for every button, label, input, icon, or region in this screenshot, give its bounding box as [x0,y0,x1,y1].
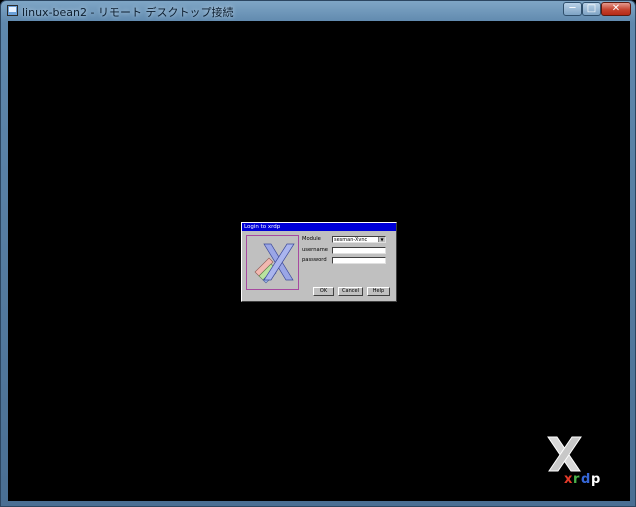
close-button[interactable]: ✕ [601,2,631,16]
username-label: username [302,247,328,253]
cancel-button[interactable]: Cancel [338,287,363,296]
login-dialog-title: Login to xrdp [242,223,396,231]
xrdp-corner-logo: x r d p [547,436,600,487]
module-select[interactable]: sesman-Xvnc ▼ [332,236,386,243]
module-label: Module [302,236,321,242]
xrdp-logo-panel [246,235,299,290]
xrdp-d-letter: d [581,472,590,487]
maximize-button[interactable]: □ [582,2,601,16]
help-button[interactable]: Help [367,287,390,296]
username-field[interactable] [332,247,386,254]
remote-screen[interactable]: Login to xrdp Module sesman-Xvnc ▼ usern… [8,21,630,501]
password-label: password [302,257,327,263]
chevron-down-icon[interactable]: ▼ [378,237,385,242]
module-select-value: sesman-Xvnc [334,237,368,243]
xrdp-p-letter: p [591,472,600,487]
password-field[interactable] [332,257,386,264]
window-titlebar[interactable]: linux-bean2 - リモート デスクトップ接続 ─ □ ✕ [1,1,635,21]
minimize-button[interactable]: ─ [563,2,582,16]
remote-desktop-icon [7,5,18,16]
xrdp-r-letter: r [573,472,580,487]
window-title: linux-bean2 - リモート デスクトップ接続 [22,6,234,19]
login-dialog: Login to xrdp Module sesman-Xvnc ▼ usern… [241,222,397,302]
xrdp-x-letter: x [564,472,573,487]
remote-desktop-window: linux-bean2 - リモート デスクトップ接続 ─ □ ✕ Login … [0,0,636,507]
ok-button[interactable]: OK [313,287,334,296]
xrdp-logo-icon [254,243,295,284]
